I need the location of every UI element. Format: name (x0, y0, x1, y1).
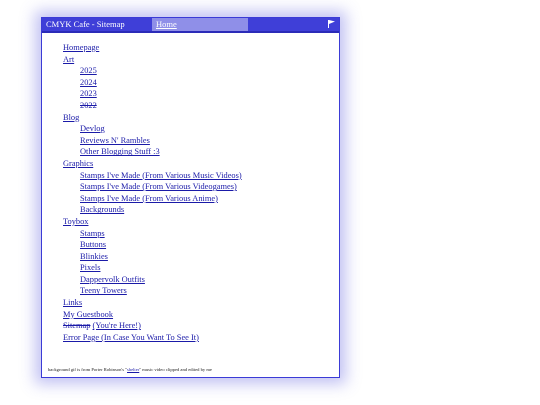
nav-toybox-blinkies[interactable]: Blinkies (42, 251, 339, 263)
home-tab[interactable]: Home (152, 18, 248, 31)
sitemap-strike-label: Sitemap (63, 321, 91, 331)
nav-blog[interactable]: Blog (42, 112, 339, 124)
nav-blog-reviews[interactable]: Reviews N' Rambles (42, 135, 339, 147)
sitemap-nav: Homepage Art 2025 2024 2023 2022 Blog De… (42, 42, 339, 343)
nav-toybox-dappervolk[interactable]: Dappervolk Outfits (42, 274, 339, 286)
nav-art-2025[interactable]: 2025 (42, 65, 339, 77)
nav-graphics-game-stamps[interactable]: Stamps I've Made (From Various Videogame… (42, 181, 339, 193)
nav-links[interactable]: Links (42, 297, 339, 309)
nav-homepage[interactable]: Homepage (42, 42, 339, 54)
footer-text-before: background gif is from Porter Robinson's… (48, 367, 128, 372)
sitemap-here-note: (You're Here!) (92, 321, 141, 331)
title-bar: CMYK Cafe - Sitemap Home (42, 18, 339, 33)
nav-toybox-buttons[interactable]: Buttons (42, 239, 339, 251)
home-link[interactable]: Home (156, 18, 177, 31)
nav-blog-devlog[interactable]: Devlog (42, 123, 339, 135)
footer-shelter-link[interactable]: shelter (127, 367, 139, 372)
nav-sitemap-current[interactable]: Sitemap (You're Here!) (42, 320, 339, 332)
window-title: CMYK Cafe - Sitemap (46, 19, 125, 29)
nav-toybox[interactable]: Toybox (42, 216, 339, 228)
flag-icon (328, 20, 335, 28)
sitemap-window: CMYK Cafe - Sitemap Home Homepage Art 20… (41, 17, 340, 378)
footer-text-after: " music video clipped and edited by me (139, 367, 212, 372)
nav-error-page[interactable]: Error Page (In Case You Want To See It) (42, 332, 339, 344)
nav-art[interactable]: Art (42, 54, 339, 66)
nav-blog-other[interactable]: Other Blogging Stuff :3 (42, 146, 339, 158)
nav-graphics-anime-stamps[interactable]: Stamps I've Made (From Various Anime) (42, 193, 339, 205)
nav-toybox-teeny-towers[interactable]: Teeny Towers (42, 285, 339, 297)
nav-graphics-music-stamps[interactable]: Stamps I've Made (From Various Music Vid… (42, 170, 339, 182)
nav-graphics-backgrounds[interactable]: Backgrounds (42, 204, 339, 216)
footer-credit: background gif is from Porter Robinson's… (48, 367, 212, 372)
nav-art-2023[interactable]: 2023 (42, 88, 339, 100)
nav-graphics[interactable]: Graphics (42, 158, 339, 170)
nav-toybox-pixels[interactable]: Pixels (42, 262, 339, 274)
nav-art-2022[interactable]: 2022 (42, 100, 339, 112)
nav-art-2024[interactable]: 2024 (42, 77, 339, 89)
nav-guestbook[interactable]: My Guestbook (42, 309, 339, 321)
nav-toybox-stamps[interactable]: Stamps (42, 228, 339, 240)
